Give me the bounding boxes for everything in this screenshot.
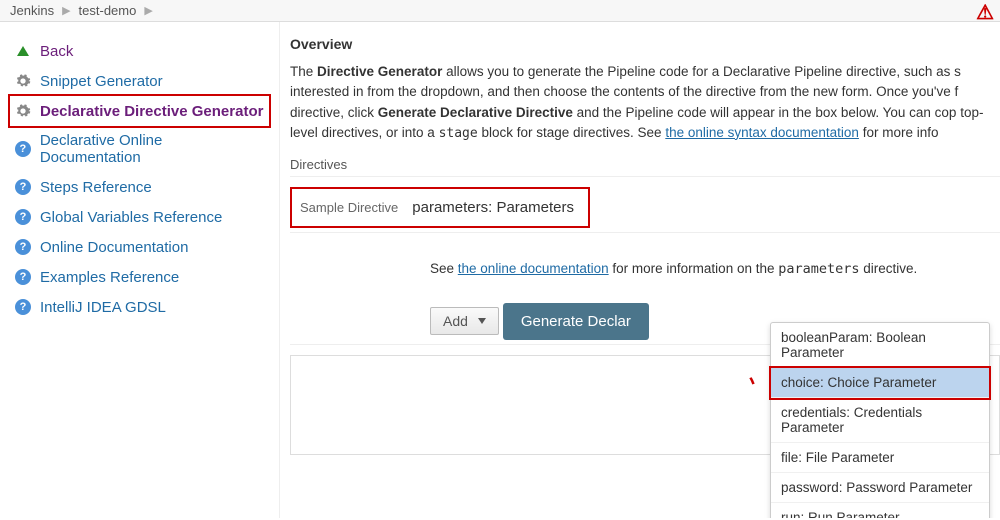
arrow-up-icon xyxy=(14,42,32,60)
menu-item-booleanParam[interactable]: booleanParam: Boolean Parameter xyxy=(771,323,989,368)
online-doc-link[interactable]: the online documentation xyxy=(458,261,609,276)
sidebar-item-dod[interactable]: ? Declarative Online Documentation xyxy=(10,126,269,172)
sample-directive-row: Sample Directive parameters: Parameters xyxy=(290,187,590,228)
help-icon: ? xyxy=(14,208,32,226)
syntax-doc-link[interactable]: the online syntax documentation xyxy=(665,125,859,140)
sidebar-item-label: Steps Reference xyxy=(40,179,152,196)
sidebar-item-snippet[interactable]: Snippet Generator xyxy=(10,66,269,96)
sidebar-item-gvr[interactable]: ? Global Variables Reference xyxy=(10,202,269,232)
menu-item-password[interactable]: password: Password Parameter xyxy=(771,473,989,503)
breadcrumb-root[interactable]: Jenkins xyxy=(10,3,54,18)
add-parameter-menu: booleanParam: Boolean Parameterchoice: C… xyxy=(770,322,990,518)
sidebar-item-label: IntelliJ IDEA GDSL xyxy=(40,299,166,316)
breadcrumb-item[interactable]: test-demo xyxy=(79,3,137,18)
sidebar-item-gdsl[interactable]: ? IntelliJ IDEA GDSL xyxy=(10,292,269,322)
sidebar-item-label: Declarative Directive Generator xyxy=(40,103,263,120)
overview-text: The Directive Generator allows you to ge… xyxy=(290,62,1000,143)
sidebar-item-examples[interactable]: ? Examples Reference xyxy=(10,262,269,292)
directives-label: Directives xyxy=(290,157,1000,172)
chevron-right-icon: ▶ xyxy=(62,4,70,17)
parameters-intro: See the online documentation for more in… xyxy=(430,261,1000,277)
menu-item-run[interactable]: run: Run Parameter xyxy=(771,503,989,518)
help-icon: ? xyxy=(14,298,32,316)
sidebar-item-label: Examples Reference xyxy=(40,269,179,286)
add-button[interactable]: Add xyxy=(430,307,499,335)
sidebar-item-ddg[interactable]: Declarative Directive Generator xyxy=(8,94,271,128)
help-icon: ? xyxy=(14,178,32,196)
sidebar-item-label: Global Variables Reference xyxy=(40,209,222,226)
gear-icon xyxy=(14,102,32,120)
chevron-right-icon: ▶ xyxy=(144,4,152,17)
menu-item-file[interactable]: file: File Parameter xyxy=(771,443,989,473)
gear-icon xyxy=(14,72,32,90)
generate-button[interactable]: Generate Declar xyxy=(503,303,649,340)
help-icon: ? xyxy=(14,268,32,286)
sample-directive-label: Sample Directive xyxy=(300,200,398,215)
sidebar-item-steps[interactable]: ? Steps Reference xyxy=(10,172,269,202)
sidebar-item-onlinedoc[interactable]: ? Online Documentation xyxy=(10,232,269,262)
sidebar-item-label: Declarative Online Documentation xyxy=(40,132,265,166)
menu-item-credentials[interactable]: credentials: Credentials Parameter xyxy=(771,398,989,443)
sidebar: Back Snippet Generator Declarative Direc… xyxy=(0,22,280,518)
menu-item-choice[interactable]: choice: Choice Parameter xyxy=(771,368,989,398)
main-panel: Overview The Directive Generator allows … xyxy=(280,22,1000,518)
sidebar-item-label: Back xyxy=(40,43,73,60)
sidebar-item-back[interactable]: Back xyxy=(10,36,269,66)
breadcrumb: Jenkins ▶ test-demo ▶ xyxy=(0,0,1000,22)
help-icon: ? xyxy=(14,140,32,158)
caret-down-icon xyxy=(478,318,486,324)
overview-title: Overview xyxy=(290,36,1000,52)
sidebar-item-label: Snippet Generator xyxy=(40,73,163,90)
add-button-label: Add xyxy=(443,313,468,329)
sample-directive-select[interactable]: parameters: Parameters xyxy=(408,193,580,222)
help-icon: ? xyxy=(14,238,32,256)
sidebar-item-label: Online Documentation xyxy=(40,239,188,256)
